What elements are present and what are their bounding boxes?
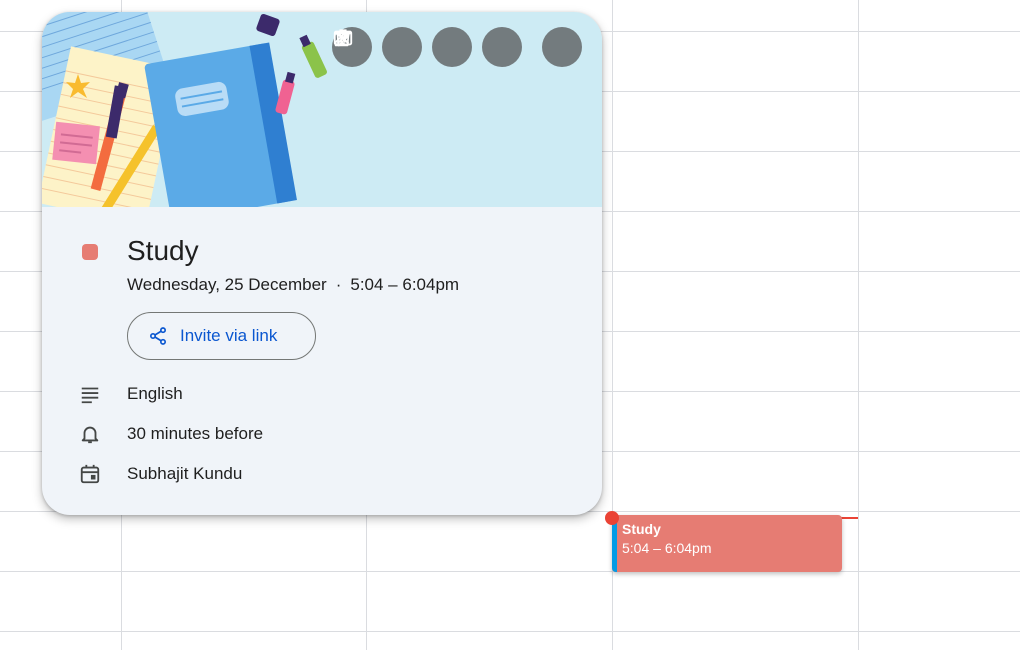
grid-vline bbox=[858, 0, 859, 650]
event-time-range: 5:04 – 6:04pm bbox=[350, 275, 460, 294]
event-details-popup: Study Wednesday, 25 December · 5:04 – 6:04… bbox=[42, 12, 602, 515]
event-chip-title: Study bbox=[622, 521, 661, 537]
close-icon bbox=[336, 31, 350, 45]
email-guests-button[interactable] bbox=[333, 27, 472, 67]
description-text: English bbox=[127, 384, 183, 403]
invite-label: Invite via link bbox=[180, 326, 278, 345]
organizer-text: Subhajit Kundu bbox=[127, 464, 243, 483]
current-time-dot bbox=[605, 511, 619, 525]
close-button[interactable] bbox=[336, 27, 582, 67]
organizer-row: Subhajit Kundu bbox=[78, 462, 242, 486]
grid-hline bbox=[0, 571, 1020, 572]
delete-event-button[interactable] bbox=[335, 27, 422, 67]
grid-hline bbox=[0, 631, 1020, 632]
header-illustration bbox=[42, 12, 602, 207]
invite-via-link-button[interactable]: Invite via link bbox=[127, 312, 316, 360]
calendar-icon bbox=[78, 462, 102, 486]
more-options-button[interactable] bbox=[341, 27, 522, 67]
reminder-row: 30 minutes before bbox=[78, 422, 263, 446]
event-chip-time: 5:04 – 6:04pm bbox=[622, 540, 712, 556]
bell-icon bbox=[78, 422, 102, 446]
event-date-time: Wednesday, 25 December · 5:04 – 6:04pm bbox=[127, 275, 459, 295]
event-title: Study bbox=[127, 235, 199, 266]
share-icon bbox=[150, 327, 166, 345]
event-chip[interactable]: Study 5:04 – 6:04pm bbox=[612, 515, 842, 572]
description-row: English bbox=[78, 382, 183, 406]
notes-icon bbox=[78, 382, 102, 406]
event-date: Wednesday, 25 December bbox=[127, 275, 327, 294]
reminder-text: 30 minutes before bbox=[127, 424, 264, 443]
popup-toolbar bbox=[332, 27, 582, 67]
separator-dot: · bbox=[335, 275, 342, 294]
event-color-swatch bbox=[82, 244, 98, 260]
